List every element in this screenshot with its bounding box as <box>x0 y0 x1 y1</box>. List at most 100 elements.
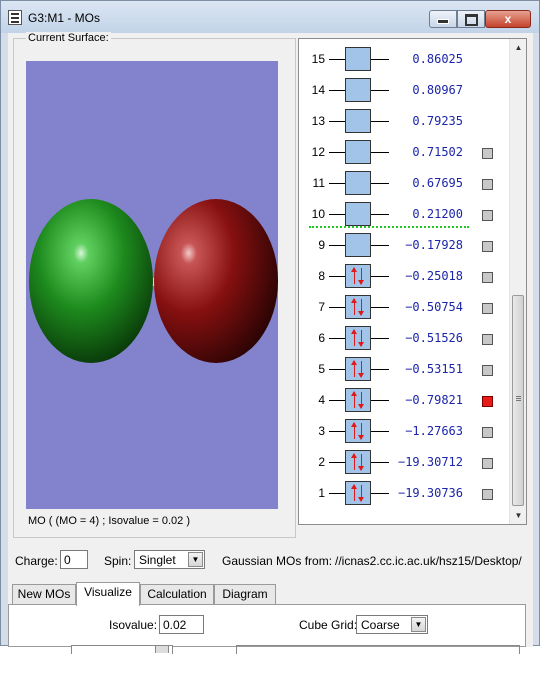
tab-strip: New MOs Visualize Calculation Diagram <box>8 582 533 606</box>
orbital-render <box>29 199 278 363</box>
mo-select-checkbox[interactable] <box>482 489 493 500</box>
spin-label: Spin: <box>104 554 132 568</box>
spin-up-icon <box>351 360 357 377</box>
mo-select-checkbox[interactable] <box>482 458 493 469</box>
spin-select[interactable]: Singlet ▼ <box>134 550 205 569</box>
mo-row[interactable]: 13 0.79235 <box>299 106 511 137</box>
mo-energy: −0.51526 <box>405 331 463 345</box>
window-client: Current Surface: MO ((MO = 4) ; Isovalu… <box>8 32 533 654</box>
maximize-button[interactable] <box>457 10 485 28</box>
mo-energy: 0.80967 <box>412 83 463 97</box>
mo-select-checkbox[interactable] <box>482 148 493 159</box>
mo-caption: MO ( (MO = 4) ; Isovalue = 0.02 ) <box>28 515 190 527</box>
mo-energy: −19.30712 <box>397 455 463 469</box>
level-line <box>329 431 345 432</box>
mo-energy: 0.21200 <box>412 207 463 221</box>
level-line <box>329 276 345 277</box>
window-title: G3:M1 - MOs <box>28 11 101 25</box>
surface-viewport[interactable] <box>26 61 278 509</box>
cube-grid-value: Coarse <box>361 618 400 632</box>
mo-energy: −19.30736 <box>397 486 463 500</box>
isovalue-label: Isovalue: <box>109 618 158 632</box>
mo-select-checkbox[interactable] <box>482 365 493 376</box>
mo-row[interactable]: 15 0.86025 <box>299 44 511 75</box>
mo-select-checkbox[interactable] <box>482 427 493 438</box>
tab-visualize[interactable]: Visualize <box>76 582 140 606</box>
scroll-down-icon[interactable]: ▼ <box>510 507 526 524</box>
orbital-box[interactable] <box>345 450 371 474</box>
mo-row[interactable]: 6 −0.51526 <box>299 323 511 354</box>
level-line <box>329 121 345 122</box>
mo-select-checkbox[interactable] <box>482 210 493 221</box>
mo-row[interactable]: 9 −0.17928 <box>299 230 511 261</box>
close-button[interactable]: x <box>485 10 531 28</box>
orbital-box[interactable] <box>345 264 371 288</box>
orbital-box[interactable] <box>345 481 371 505</box>
mo-select-checkbox[interactable] <box>482 241 493 252</box>
mo-diagram-list[interactable]: 15 0.86025 14 0.80967 13 0.79235 12 0.71502 11 0.… <box>298 38 527 525</box>
level-line <box>329 152 345 153</box>
tab-calculation[interactable]: Calculation <box>140 584 214 605</box>
mo-row[interactable]: 2 −19.30712 <box>299 447 511 478</box>
spin-up-icon <box>351 422 357 439</box>
minimize-button[interactable] <box>429 10 457 28</box>
mo-number: 3 <box>318 424 325 438</box>
mo-select-checkbox[interactable] <box>482 272 493 283</box>
spin-up-icon <box>351 298 357 315</box>
title-bar[interactable]: G3:M1 - MOs x <box>1 1 539 33</box>
mo-row[interactable]: 12 0.71502 <box>299 137 511 168</box>
orbital-box[interactable] <box>345 388 371 412</box>
mo-row[interactable]: 4 −0.79821 <box>299 385 511 416</box>
partial-field[interactable] <box>236 645 520 654</box>
mo-select-checkbox[interactable] <box>482 303 493 314</box>
spin-down-icon <box>358 330 364 347</box>
level-line <box>329 462 345 463</box>
orbital-box[interactable] <box>345 419 371 443</box>
orbital-box[interactable] <box>345 47 371 71</box>
scroll-up-icon[interactable]: ▲ <box>510 39 526 56</box>
mo-select-checkbox[interactable] <box>482 334 493 345</box>
current-surface-group: Current Surface: MO ((MO = 4) ; Isovalu… <box>13 32 296 538</box>
mo-row[interactable]: 14 0.80967 <box>299 75 511 106</box>
mo-row[interactable]: 3 −1.27663 <box>299 416 511 447</box>
charge-input[interactable]: 0 <box>60 550 88 569</box>
isovalue-input[interactable]: 0.02 <box>159 615 204 634</box>
mo-number: 15 <box>311 52 325 66</box>
mo-row[interactable]: 7 −0.50754 <box>299 292 511 323</box>
chevron-down-icon[interactable]: ▼ <box>411 617 426 632</box>
mo-number: 13 <box>311 114 325 128</box>
cube-grid-label: Cube Grid: <box>299 618 358 632</box>
charge-label: Charge: <box>15 554 58 568</box>
orbital-box[interactable] <box>345 78 371 102</box>
cube-grid-select[interactable]: Coarse ▼ <box>356 615 428 634</box>
spin-down-icon <box>358 299 364 316</box>
tab-new-mos[interactable]: New MOs <box>12 584 76 605</box>
orbital-box[interactable] <box>345 109 371 133</box>
mo-select-checkbox[interactable] <box>482 179 493 190</box>
orbital-box[interactable] <box>345 233 371 257</box>
mo-energy: −1.27663 <box>405 424 463 438</box>
mo-number: 9 <box>318 238 325 252</box>
orbital-box[interactable] <box>345 295 371 319</box>
chevron-down-icon[interactable]: ▼ <box>188 552 203 567</box>
orbital-box[interactable] <box>345 326 371 350</box>
vertical-scrollbar[interactable]: ▲ ▼ <box>509 39 526 524</box>
orbital-box[interactable] <box>345 202 371 226</box>
mo-number: 8 <box>318 269 325 283</box>
orbital-box[interactable] <box>345 357 371 381</box>
mo-select-checkbox[interactable] <box>482 396 493 407</box>
close-icon: x <box>504 12 512 26</box>
orbital-box[interactable] <box>345 171 371 195</box>
orbital-box[interactable] <box>345 140 371 164</box>
positive-lobe <box>29 199 153 363</box>
scroll-thumb[interactable] <box>512 295 524 506</box>
spin-up-icon <box>351 391 357 408</box>
mo-row[interactable]: 11 0.67695 <box>299 168 511 199</box>
spin-up-icon <box>351 484 357 501</box>
tab-diagram[interactable]: Diagram <box>214 584 276 605</box>
mo-row[interactable]: 5 −0.53151 <box>299 354 511 385</box>
mo-energy: −0.79821 <box>405 393 463 407</box>
partial-dropdown-button[interactable] <box>155 645 169 653</box>
mo-row[interactable]: 1 −19.30736 <box>299 478 511 509</box>
mo-row[interactable]: 8 −0.25018 <box>299 261 511 292</box>
